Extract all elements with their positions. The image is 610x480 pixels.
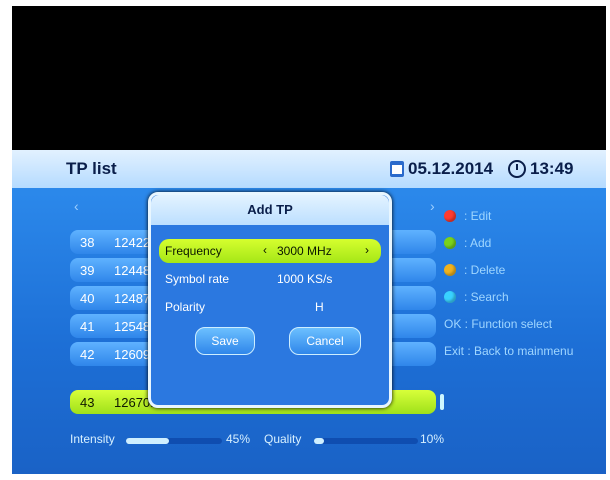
tv-screen: TP list 05.12.2014 13:49 ‹ › 38 12422 39…: [12, 6, 606, 474]
red-button-icon: [444, 209, 456, 222]
legend-exit: Exit : Back to mainmenu: [444, 337, 573, 364]
tp-number: 43: [80, 395, 95, 410]
legend-ok-text: OK : Function select: [444, 316, 553, 331]
polarity-value: H: [315, 300, 324, 314]
scroll-indicator: [440, 394, 444, 410]
legend-edit: : Edit: [444, 202, 573, 229]
intensity-value: 45%: [226, 432, 251, 446]
legend-exit-text: Exit : Back to mainmenu: [444, 343, 574, 358]
key-legend: : Edit : Add : Delete : Search OK : Func…: [444, 202, 573, 364]
legend-delete: : Delete: [444, 256, 573, 283]
legend-edit-text: : Edit: [464, 208, 492, 223]
quality-bar-fill: [314, 438, 325, 444]
intensity-bar: [126, 438, 222, 444]
intensity-label: Intensity: [70, 432, 115, 446]
quality-value: 10%: [420, 432, 445, 446]
legend-delete-text: : Delete: [464, 262, 506, 277]
legend-search: : Search: [444, 283, 573, 310]
tp-number: 40: [80, 291, 95, 306]
chevron-left-icon[interactable]: ‹: [263, 243, 267, 257]
frequency-field[interactable]: Frequency ‹ 3000 MHz ›: [159, 239, 381, 263]
calendar-icon: [390, 161, 404, 177]
frequency-value: 3000 MHz: [277, 244, 332, 258]
symbol-rate-label: Symbol rate: [165, 272, 230, 286]
legend-add-text: : Add: [464, 235, 492, 250]
tp-frequency: 12487: [114, 291, 151, 306]
blue-button-icon: [444, 290, 456, 303]
symbol-rate-value: 1000 KS/s: [277, 272, 333, 286]
time-display: 13:49: [530, 159, 574, 178]
tp-number: 42: [80, 347, 95, 362]
legend-ok: OK : Function select: [444, 310, 573, 337]
tp-frequency: 12422: [114, 235, 151, 250]
legend-search-text: : Search: [464, 289, 509, 304]
list-next-arrow-icon[interactable]: ›: [430, 198, 435, 214]
polarity-field[interactable]: Polarity H: [159, 295, 381, 319]
quality-bar: [314, 438, 418, 444]
tp-number: 38: [80, 235, 95, 250]
tp-frequency: 12609: [114, 347, 151, 362]
clock-icon: [508, 160, 526, 178]
dialog-title: Add TP: [151, 195, 389, 225]
cancel-button[interactable]: Cancel: [289, 327, 361, 355]
quality-label: Quality: [264, 432, 302, 446]
save-button[interactable]: Save: [195, 327, 255, 355]
intensity-bar-fill: [126, 438, 170, 444]
polarity-label: Polarity: [165, 300, 206, 314]
yellow-button-icon: [444, 263, 456, 276]
list-prev-arrow-icon[interactable]: ‹: [74, 198, 79, 214]
green-button-icon: [444, 236, 456, 249]
chevron-right-icon[interactable]: ›: [365, 243, 369, 257]
legend-add: : Add: [444, 229, 573, 256]
tp-number: 41: [80, 319, 95, 334]
date-display: 05.12.2014: [408, 159, 494, 178]
tp-frequency: 12548: [114, 319, 151, 334]
header-bar: TP list 05.12.2014 13:49: [12, 150, 606, 188]
add-tp-dialog: Add TP Frequency ‹ 3000 MHz › Symbol rat…: [148, 192, 392, 408]
frequency-label: Frequency: [165, 244, 222, 258]
tp-frequency: 12448: [114, 263, 151, 278]
symbol-rate-field[interactable]: Symbol rate 1000 KS/s: [159, 267, 381, 291]
tp-number: 39: [80, 263, 95, 278]
page-title: TP list: [66, 159, 117, 178]
